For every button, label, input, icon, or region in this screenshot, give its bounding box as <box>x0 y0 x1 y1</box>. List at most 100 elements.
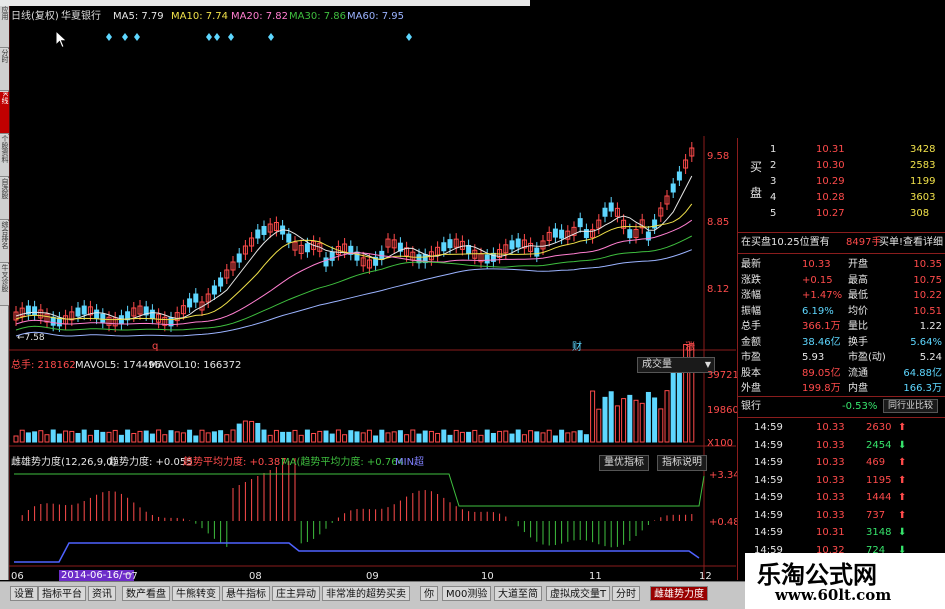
diamond-marker-icon <box>268 33 274 41</box>
book-volume: 1199 <box>910 176 936 187</box>
volume-bar <box>168 430 174 443</box>
kline-candle <box>218 277 224 287</box>
order-book-row[interactable]: 3 10.29 1199 <box>738 174 945 189</box>
trend-avg-value: 趋势平均力度: +0.387 <box>183 457 287 468</box>
sector-name: 银行 <box>741 401 761 412</box>
order-book-row[interactable]: 1 10.31 3428 <box>738 142 945 157</box>
bottom-tab[interactable]: M00测验 <box>442 586 492 601</box>
bottom-tab[interactable]: 你 <box>420 586 438 601</box>
stat-label: 涨幅 <box>741 290 761 301</box>
stock-name: 华夏银行 <box>61 11 101 22</box>
left-tab-bar: 应用 分时 K线 个股资料 自选股 综合排名 牛叉诊股 <box>0 6 9 580</box>
ma5-line <box>15 175 693 320</box>
bottom-tab[interactable]: 数产看盘 <box>122 586 170 601</box>
left-tab-ranking[interactable]: 综合排名 <box>0 221 9 263</box>
volume-bar <box>242 420 248 443</box>
bottom-tab[interactable]: 非常准的超势买卖 <box>322 586 410 601</box>
tick-price: 10.33 <box>816 457 845 468</box>
volume-bar <box>590 390 596 443</box>
order-book-row[interactable]: 2 10.30 2583 <box>738 158 945 173</box>
volume-bar <box>664 390 670 443</box>
bottom-tab[interactable]: 虚拟成交量T <box>546 586 611 601</box>
bottom-tab[interactable]: 牛熊转变 <box>172 586 220 601</box>
book-volume: 2583 <box>910 160 936 171</box>
bottom-tab[interactable]: 雌雄势力度 <box>650 586 708 601</box>
order-book-row[interactable]: 4 10.28 3603 <box>738 190 945 205</box>
left-tab-label: 自选股 <box>1 178 9 199</box>
stat-label: 开盘 <box>848 259 868 270</box>
up-arrow-icon: ⬆ <box>898 509 907 521</box>
kline-candle <box>602 207 608 217</box>
tick-price: 10.33 <box>816 422 845 433</box>
volume-bar <box>416 433 422 443</box>
stat-value: 6.19% <box>802 305 834 317</box>
stat-row: 金额 38.46亿 换手 5.64% <box>738 335 945 350</box>
tick-time: 14:59 <box>754 527 783 538</box>
bottom-tab[interactable]: 庄主异动 <box>272 586 320 601</box>
volume-bar <box>261 429 267 443</box>
stat-row: 涨幅 +1.47% 最低 10.22 <box>738 288 945 303</box>
kline-candle <box>149 309 155 319</box>
stat-label: 最新 <box>741 259 761 270</box>
volume-bar <box>503 430 509 443</box>
pending-detail-link[interactable]: 买单!查看详细 <box>879 235 943 250</box>
bottom-tab[interactable]: 分时 <box>612 586 640 601</box>
diamond-marker-icon <box>106 33 112 41</box>
sector-change: -0.53% <box>842 401 878 412</box>
kline-candle <box>534 247 540 257</box>
volume-bar <box>528 430 534 443</box>
pending-order-row[interactable]: 在买盘10.25位置有 8497手 买单!查看详细 <box>738 235 945 250</box>
left-tab-kline[interactable]: K线 <box>0 92 9 134</box>
volume-axis-unit: X100 <box>707 438 733 449</box>
kline-chart-area[interactable]: 日线(复权) 华夏银行 MA5: 7.79 MA10: 7.74 MA20: 7… <box>9 6 746 582</box>
bottom-tab[interactable]: 大道至简 <box>494 586 542 601</box>
price-low-marker: ←7.58 <box>17 333 45 343</box>
bottom-tab[interactable]: 资讯 <box>88 586 116 601</box>
volume-bar <box>131 432 137 443</box>
tick-row: 14:59 10.33 1195 ⬆ <box>738 473 945 488</box>
volume-bar <box>627 394 633 443</box>
volume-bar <box>50 429 56 443</box>
volume-bar <box>304 429 310 443</box>
optimize-indicator-button[interactable]: 量优指标 <box>599 455 649 471</box>
tick-price: 10.33 <box>816 492 845 503</box>
ma30-value: MA30: 7.86 <box>289 11 347 22</box>
ma5-value: MA5: 7.79 <box>113 11 164 22</box>
volume-bar <box>484 429 490 443</box>
stat-row: 外盘 199.8万 内盘 166.3万 <box>738 381 945 396</box>
left-tab-label: 分时 <box>1 49 9 63</box>
volume-indicator-dropdown[interactable]: 成交量 ▼ <box>637 357 715 373</box>
tick-volume: 2454 <box>866 439 892 451</box>
volume-bar <box>69 430 75 443</box>
left-tab-apps[interactable]: 应用 <box>0 6 9 48</box>
up-arrow-icon: ⬆ <box>898 474 907 486</box>
left-tab-intraday[interactable]: 分时 <box>0 49 9 91</box>
left-tab-label: 牛叉诊股 <box>1 264 9 292</box>
kline-candle <box>583 229 589 239</box>
stat-row: 最新 10.33 开盘 10.35 <box>738 257 945 272</box>
book-price: 10.27 <box>816 208 845 219</box>
kline-candle <box>484 254 490 264</box>
volume-bar <box>565 432 571 443</box>
volume-bar <box>230 429 236 443</box>
left-tab-watchlist[interactable]: 自选股 <box>0 178 9 220</box>
price-axis-label-mid: 8.85 <box>707 217 730 228</box>
volume-bar <box>676 365 682 443</box>
left-tab-profile[interactable]: 个股资料 <box>0 135 9 177</box>
bottom-tab[interactable]: 设置 <box>10 586 38 601</box>
stat-value: 5.64% <box>910 336 942 348</box>
tick-volume: 737 <box>866 509 886 521</box>
volume-bar <box>25 432 31 443</box>
left-tab-diagnosis[interactable]: 牛叉诊股 <box>0 264 9 306</box>
indicator-help-button[interactable]: 指标说明 <box>657 455 707 471</box>
kline-candle <box>577 218 583 228</box>
volume-bar <box>311 432 317 443</box>
bottom-tab[interactable]: 指标平台 <box>38 586 86 601</box>
order-book-row[interactable]: 5 10.27 308 <box>738 206 945 221</box>
volume-bar <box>559 429 565 443</box>
industry-compare-button[interactable]: 同行业比较 <box>883 399 939 413</box>
volume-bar <box>249 420 255 443</box>
stat-label: 市盈 <box>741 352 761 363</box>
stat-label: 流通 <box>848 367 868 379</box>
bottom-tab[interactable]: 悬牛指标 <box>222 586 270 601</box>
